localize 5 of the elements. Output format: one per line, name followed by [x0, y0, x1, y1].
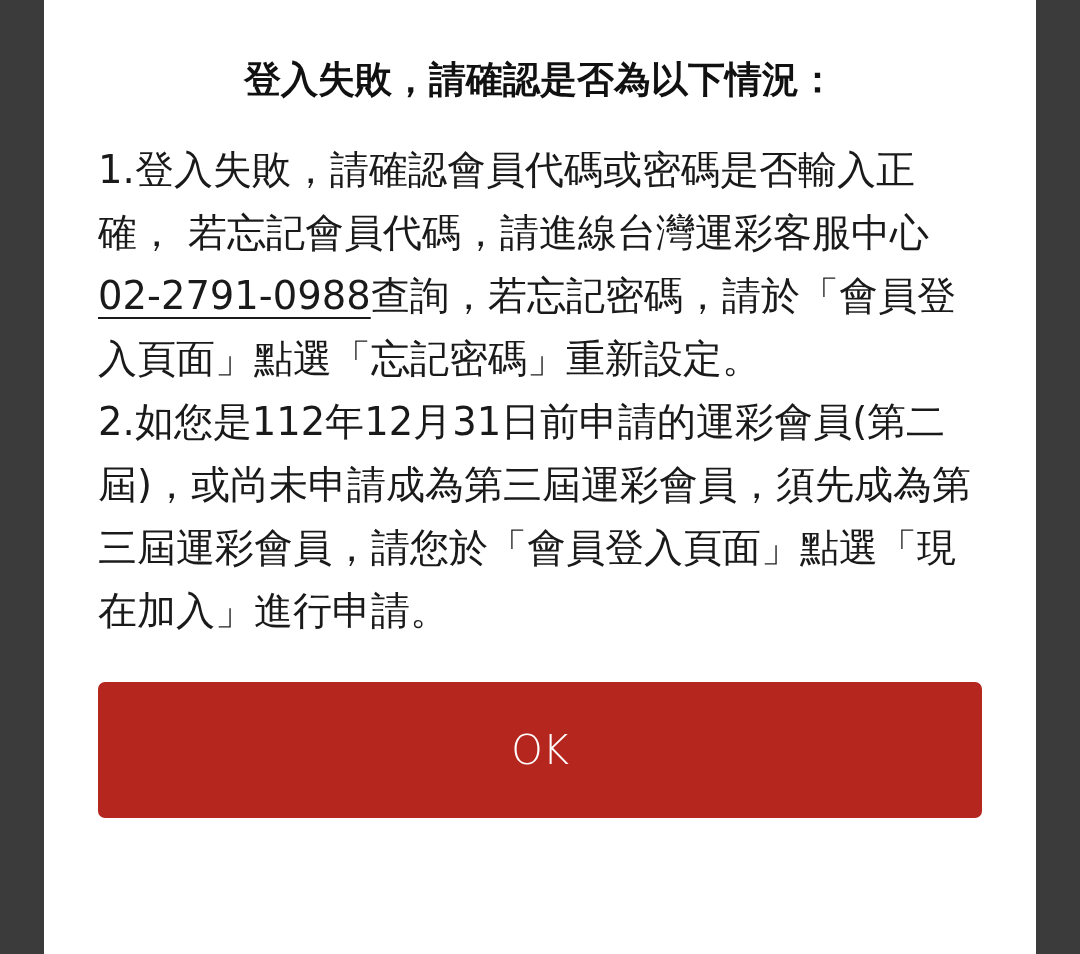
- phone-link[interactable]: 02-2791-0988: [98, 273, 371, 318]
- ok-button[interactable]: OK: [98, 682, 982, 818]
- dialog-title: 登入失敗，請確認是否為以下情況：: [243, 57, 837, 103]
- message-paragraph: 2.如您是112年12月31日前申請的運彩會員(第二屆)，或尚未申請成為第三屆運彩會員，須先成為第三屆運彩會員，請您於「會員登入頁面」點選「現在加入」進行申請。: [98, 398, 973, 635]
- message-paragraph: 1.登入失敗，請確認會員代碼或密碼是否輸入正確， 若忘記會員代碼，請進線台灣運彩客服中心 02-2791-0988查詢，若忘記密碼，請於「會員登入頁面」點選「忘記密碼」重新設定。: [98, 146, 957, 383]
